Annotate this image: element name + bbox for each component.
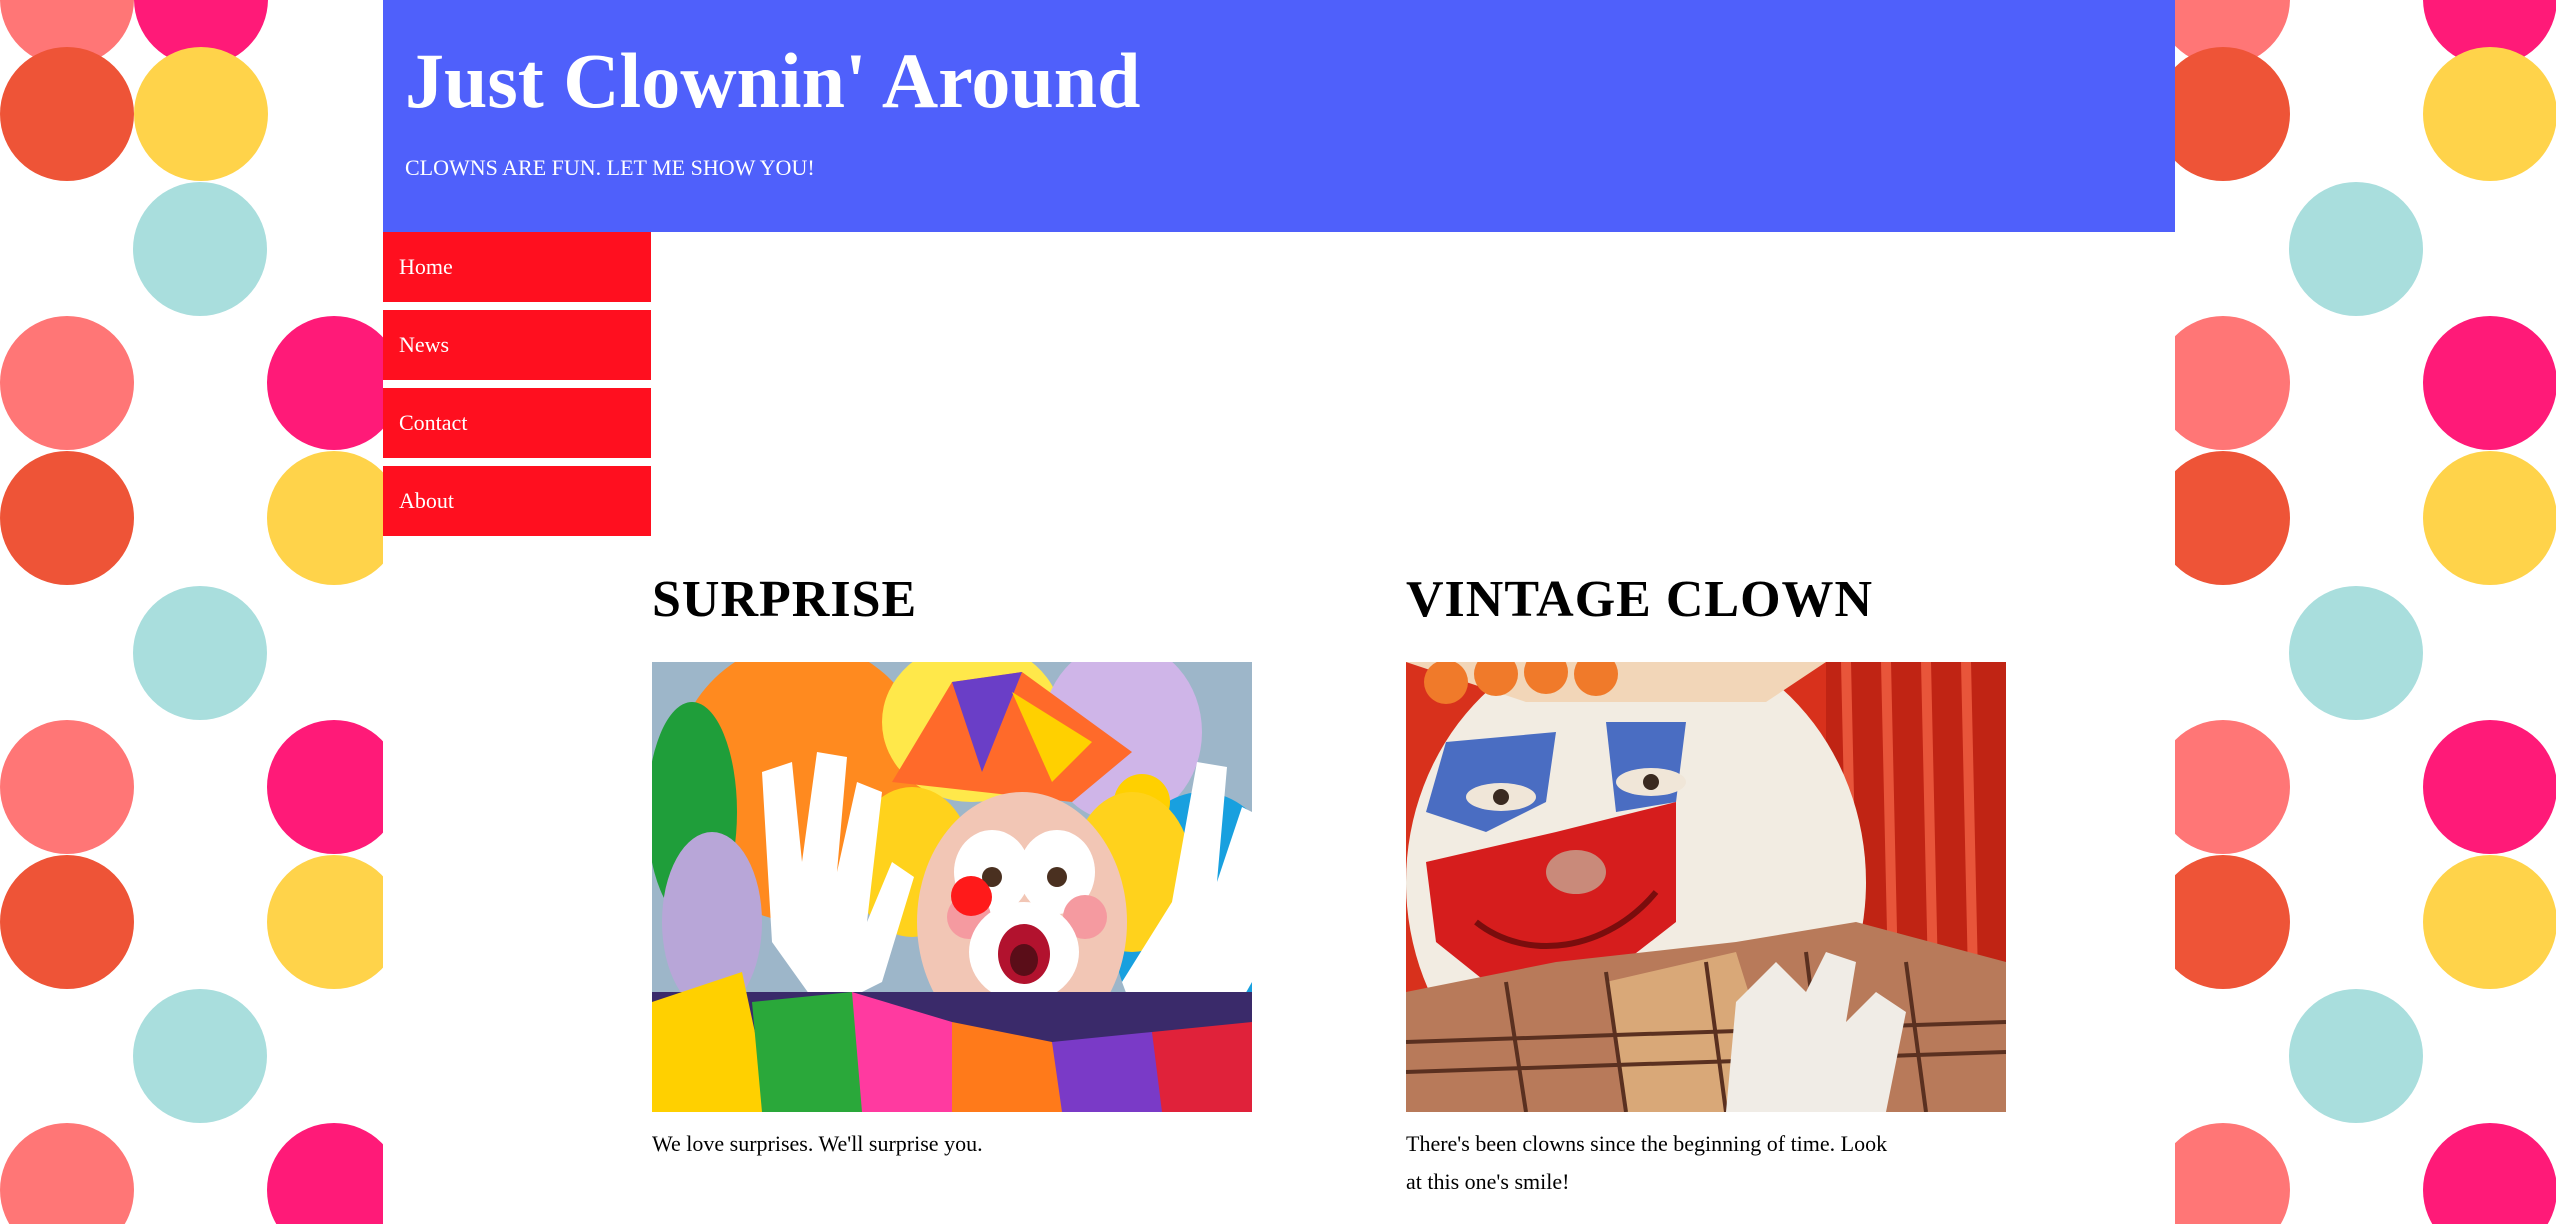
article-caption: We love surprises. We'll surprise you. (652, 1131, 983, 1156)
vintage-clown-illustration (1406, 662, 2006, 1112)
vintage-clown-photo (1406, 662, 2006, 1112)
polka-dot-background-right (2156, 0, 2556, 1224)
article-vintage-clown: VINTAGE CLOWN There's been clowns since … (1406, 570, 2006, 1194)
nav-item-news[interactable]: News (383, 310, 651, 380)
article-surprise: SURPRISE We love surprises. We'll surpri… (652, 570, 1252, 1156)
article-caption: There's been clowns since the beginning … (1406, 1131, 1888, 1194)
nav-item-home[interactable]: Home (383, 232, 651, 302)
article-heading: SURPRISE (652, 571, 918, 628)
site-tagline: CLOWNS ARE FUN. LET ME SHOW YOU! (405, 155, 815, 180)
browser-viewport: Just Clownin' Around CLOWNS ARE FUN. LET… (0, 0, 2556, 1224)
surprised-clown-photo (652, 662, 1252, 1112)
article-heading: VINTAGE CLOWN (1406, 571, 1874, 628)
main-nav: Home News Contact About (383, 232, 651, 544)
nav-item-about[interactable]: About (383, 466, 651, 536)
site-title: Just Clownin' Around (405, 37, 1141, 124)
surprised-clown-illustration (652, 662, 1252, 1112)
polka-dot-background-left (0, 0, 400, 1224)
page-container: Just Clownin' Around CLOWNS ARE FUN. LET… (383, 0, 2175, 1224)
nav-item-contact[interactable]: Contact (383, 388, 651, 458)
site-header: Just Clownin' Around CLOWNS ARE FUN. LET… (383, 0, 2175, 232)
